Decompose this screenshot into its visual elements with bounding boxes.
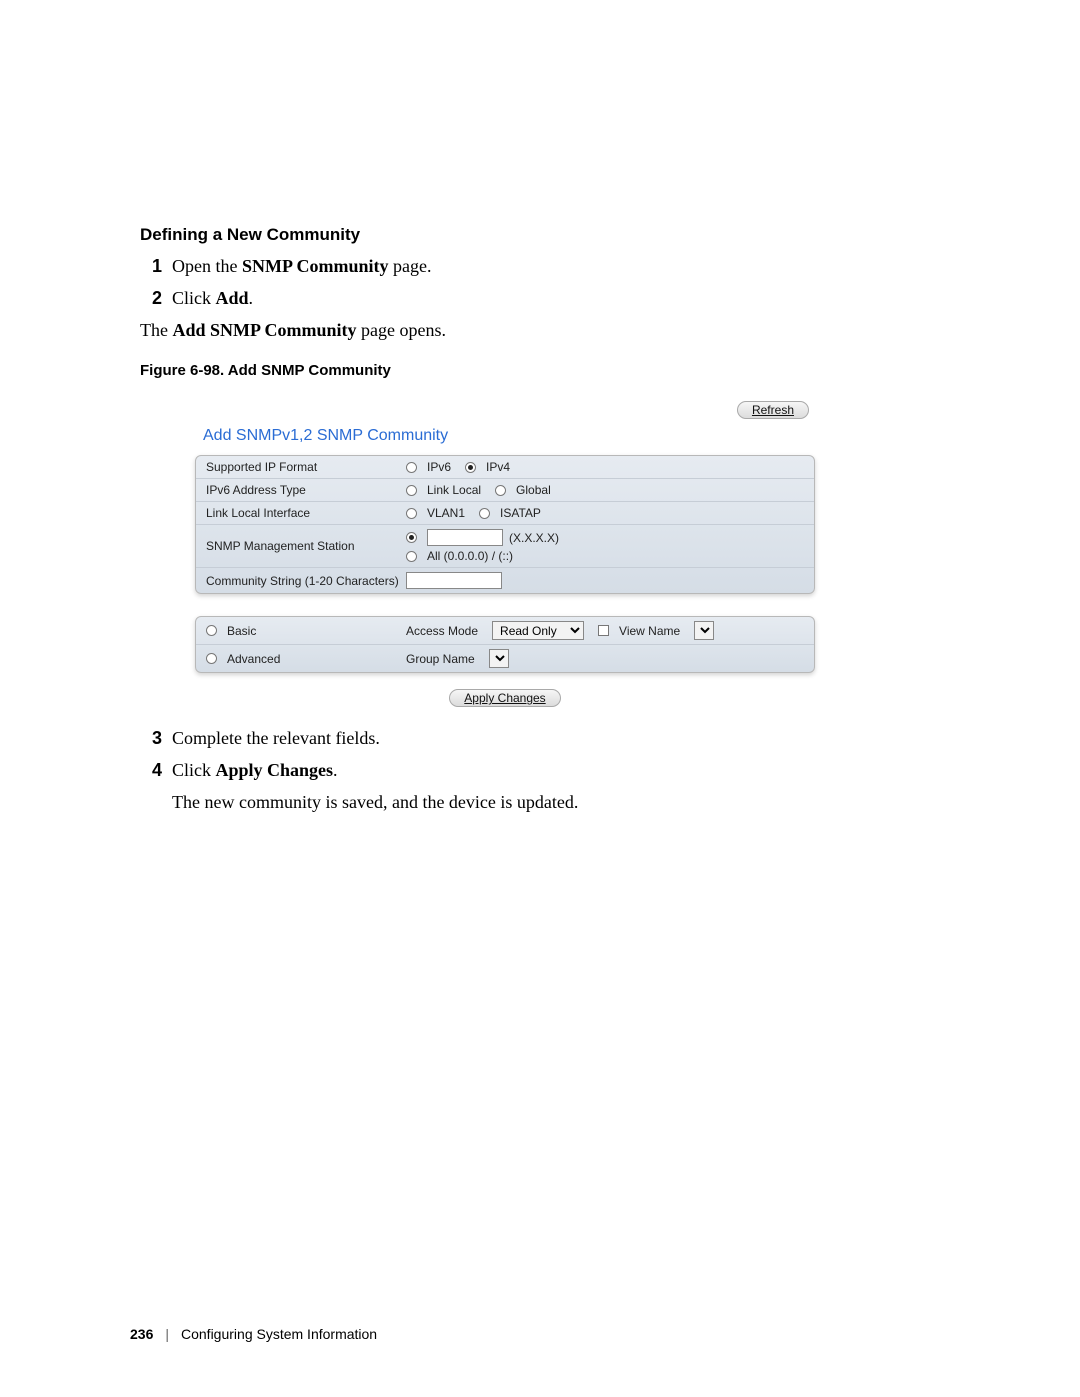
page-number: 236 (130, 1326, 153, 1342)
result-text: The new community is saved, and the devi… (172, 789, 940, 816)
bold-text: Apply Changes (216, 760, 334, 780)
community-string-input[interactable] (406, 572, 502, 589)
apply-changes-button[interactable]: Apply Changes (449, 689, 560, 707)
label-ipv6-address-type: IPv6 Address Type (206, 483, 406, 497)
radio-label: All (0.0.0.0) / (::) (427, 549, 513, 563)
bold-text: SNMP Community (242, 256, 389, 276)
step-2: 2 Click Add. (140, 285, 940, 311)
label-group-name: Group Name (406, 652, 475, 666)
label-snmp-mgmt-station: SNMP Management Station (206, 539, 406, 553)
form-panel-mode: Basic Access Mode Read Only View Name (195, 616, 815, 673)
radio-ipv6[interactable] (406, 462, 417, 473)
text: Click (172, 288, 216, 308)
step-number: 3 (140, 725, 172, 751)
step-number: 4 (140, 757, 172, 783)
radio-label: IPv6 (427, 460, 451, 474)
step-4: 4 Click Apply Changes. (140, 757, 940, 783)
radio-label: ISATAP (500, 506, 541, 520)
radio-label: IPv4 (486, 460, 510, 474)
step-3: 3 Complete the relevant fields. (140, 725, 940, 751)
form-panel-main: Supported IP Format IPv6 IPv4 IPv6 Addre… (195, 455, 815, 594)
radio-label: VLAN1 (427, 506, 465, 520)
page-footer: 236 | Configuring System Information (130, 1326, 377, 1342)
radio-advanced[interactable] (206, 653, 217, 664)
label-access-mode: Access Mode (406, 624, 478, 638)
screenshot-add-snmp-community: Refresh Add SNMPv1,2 SNMP Community Supp… (195, 397, 815, 707)
group-name-select[interactable] (489, 649, 509, 668)
text: The (140, 320, 172, 340)
label-ip-format: Supported IP Format (206, 460, 406, 474)
section-heading: Defining a New Community (140, 225, 940, 245)
step-1: 1 Open the SNMP Community page. (140, 253, 940, 279)
text: Complete the relevant fields. (172, 728, 380, 748)
radio-label: Link Local (427, 483, 481, 497)
screenshot-title: Add SNMPv1,2 SNMP Community (195, 423, 815, 455)
step-body: Click Apply Changes. (172, 757, 940, 783)
text: page opens. (357, 320, 446, 340)
label-link-local-interface: Link Local Interface (206, 506, 406, 520)
radio-label: Advanced (227, 652, 280, 666)
text: . (249, 288, 254, 308)
step-body: Click Add. (172, 285, 940, 311)
text: page. (389, 256, 432, 276)
radio-vlan1[interactable] (406, 508, 417, 519)
step-body: Open the SNMP Community page. (172, 253, 940, 279)
step-body: Complete the relevant fields. (172, 725, 940, 751)
radio-label: Global (516, 483, 551, 497)
refresh-button[interactable]: Refresh (737, 401, 809, 419)
bold-text: Add (216, 288, 249, 308)
radio-global[interactable] (495, 485, 506, 496)
radio-basic[interactable] (206, 625, 217, 636)
radio-link-local[interactable] (406, 485, 417, 496)
step-number: 2 (140, 285, 172, 311)
radio-label: Basic (227, 624, 256, 638)
label-community-string: Community String (1-20 Characters) (206, 574, 406, 588)
ip-hint: (X.X.X.X) (509, 531, 559, 545)
checkbox-view-name[interactable] (598, 625, 609, 636)
footer-separator: | (165, 1326, 169, 1342)
footer-section: Configuring System Information (181, 1326, 377, 1342)
access-mode-select[interactable]: Read Only (492, 621, 584, 640)
figure-caption: Figure 6-98. Add SNMP Community (140, 362, 940, 379)
paragraph: The Add SNMP Community page opens. (140, 317, 940, 344)
checkbox-label: View Name (619, 624, 680, 638)
radio-all-ip[interactable] (406, 551, 417, 562)
step-number: 1 (140, 253, 172, 279)
radio-isatap[interactable] (479, 508, 490, 519)
text: Click (172, 760, 216, 780)
radio-specific-ip[interactable] (406, 532, 417, 543)
radio-ipv4[interactable] (465, 462, 476, 473)
bold-text: Add SNMP Community (172, 320, 356, 340)
ip-input[interactable] (427, 529, 503, 546)
text: . (333, 760, 338, 780)
view-name-select[interactable] (694, 621, 714, 640)
text: Open the (172, 256, 242, 276)
